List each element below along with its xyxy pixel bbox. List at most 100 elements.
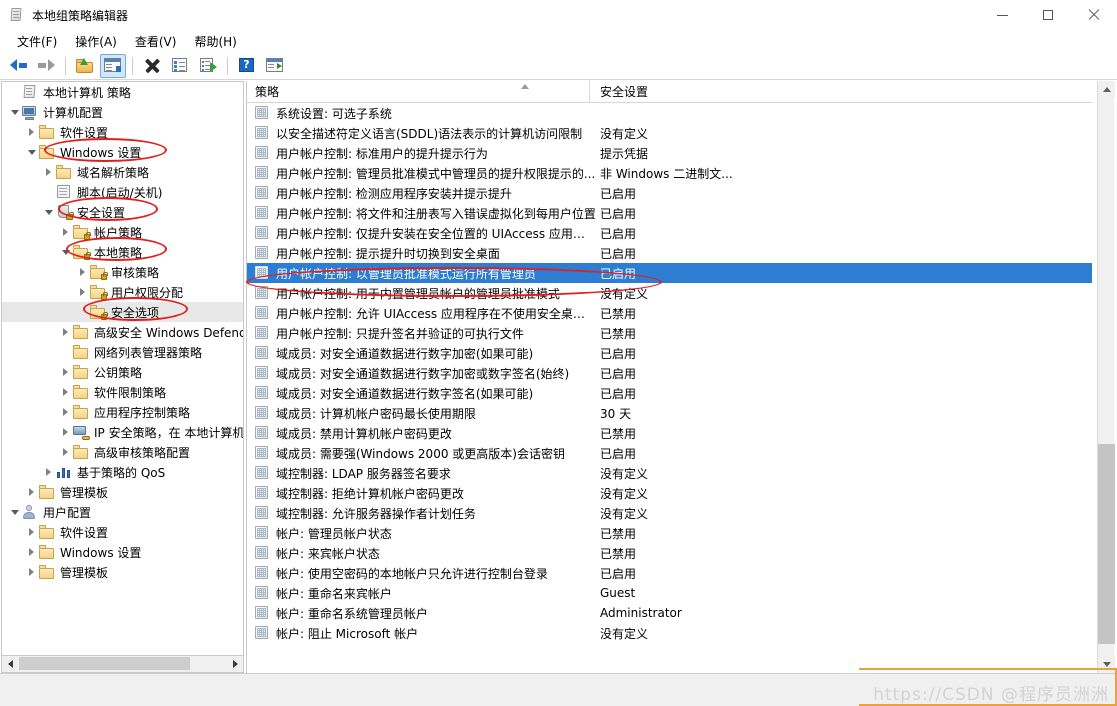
chevron-down-icon[interactable] [42,202,55,222]
scroll-up-button[interactable] [1098,81,1115,98]
table-row[interactable]: 帐户: 使用空密码的本地帐户只允许进行控制台登录 已启用 [247,563,1092,583]
tree-item-0[interactable]: 本地计算机 策略 [2,82,243,102]
toggle-action-pane-button[interactable] [262,54,288,78]
tree-item-22[interactable]: 软件设置 [2,522,243,542]
table-row[interactable]: 域成员: 对安全通道数据进行数字加密或数字签名(始终) 已启用 [247,363,1092,383]
table-row[interactable]: 帐户: 阻止 Microsoft 帐户 没有定义 [247,623,1092,643]
table-row[interactable]: 用户帐户控制: 管理员批准模式中管理员的提升权限提示的... 非 Windows … [247,163,1092,183]
table-row[interactable]: 域控制器: LDAP 服务器签名要求 没有定义 [247,463,1092,483]
tree-item-13[interactable]: 网络列表管理器策略 [2,342,243,362]
table-row[interactable]: 用户帐户控制: 用于内置管理员帐户的管理员批准模式 没有定义 [247,283,1092,303]
tree-item-11[interactable]: 安全选项 [2,302,243,322]
tree-item-12[interactable]: 高级安全 Windows Defend [2,322,243,342]
table-row[interactable]: 用户帐户控制: 以管理员批准模式运行所有管理员 已启用 [247,263,1092,283]
scroll-left-button[interactable] [2,656,18,671]
tree-item-2[interactable]: 软件设置 [2,122,243,142]
tree-hscroll-thumb[interactable] [19,657,190,670]
chevron-right-icon[interactable] [25,522,38,542]
tree-item-9[interactable]: 审核策略 [2,262,243,282]
minimize-button[interactable] [979,0,1025,30]
chevron-right-icon[interactable] [25,122,38,142]
tree-item-15[interactable]: 软件限制策略 [2,382,243,402]
tree-item-14[interactable]: 公钥策略 [2,362,243,382]
chevron-right-icon[interactable] [59,222,72,242]
table-row[interactable]: 域成员: 计算机帐户密码最长使用期限 30 天 [247,403,1092,423]
close-button[interactable] [1071,0,1117,30]
up-one-level-button[interactable] [72,54,98,78]
table-row[interactable]: 系统设置: 可选子系统 [247,103,1092,123]
scroll-right-button[interactable] [227,656,243,671]
table-row[interactable]: 域成员: 禁用计算机帐户密码更改 已禁用 [247,423,1092,443]
table-row[interactable]: 域控制器: 允许服务器操作者计划任务 没有定义 [247,503,1092,523]
delete-button[interactable] [139,54,165,78]
table-row[interactable]: 帐户: 管理员帐户状态 已禁用 [247,523,1092,543]
chevron-right-icon[interactable] [25,482,38,502]
table-row[interactable]: 域成员: 需要强(Windows 2000 或更高版本)会话密钥 已启用 [247,443,1092,463]
chevron-down-icon[interactable] [8,502,21,522]
table-row[interactable]: 域成员: 对安全通道数据进行数字签名(如果可能) 已启用 [247,383,1092,403]
chevron-down-icon[interactable] [25,142,38,162]
chevron-down-icon[interactable] [59,242,72,262]
tree-item-6[interactable]: 安全设置 [2,202,243,222]
table-row[interactable]: 用户帐户控制: 检测应用程序安装并提示提升 已启用 [247,183,1092,203]
column-header-policy[interactable]: 策略 [247,81,589,103]
tree-item-4[interactable]: 域名解析策略 [2,162,243,182]
table-row[interactable]: 用户帐户控制: 允许 UIAccess 应用程序在不使用安全桌面... 已禁用 [247,303,1092,323]
menu-file[interactable]: 文件(F) [8,31,66,52]
chevron-right-icon[interactable] [25,542,38,562]
table-row[interactable]: 用户帐户控制: 只提升签名并验证的可执行文件 已禁用 [247,323,1092,343]
chevron-right-icon[interactable] [42,162,55,182]
table-row[interactable]: 域控制器: 拒绝计算机帐户密码更改 没有定义 [247,483,1092,503]
tree-item-20[interactable]: 管理模板 [2,482,243,502]
table-row[interactable]: 域成员: 对安全通道数据进行数字加密(如果可能) 已启用 [247,343,1092,363]
menu-view[interactable]: 查看(V) [126,31,186,52]
chevron-right-icon[interactable] [76,262,89,282]
tree-item-19[interactable]: 基于策略的 QoS [2,462,243,482]
table-row[interactable]: 帐户: 重命名来宾帐户 Guest [247,583,1092,603]
tree-item-10[interactable]: 用户权限分配 [2,282,243,302]
toggle-console-tree-button[interactable] [100,53,126,78]
tree-item-8[interactable]: 本地策略 [2,242,243,262]
tree-item-21[interactable]: 用户配置 [2,502,243,522]
chevron-right-icon[interactable] [59,442,72,462]
chevron-right-icon[interactable] [42,462,55,482]
chevron-down-icon[interactable] [8,102,21,122]
console-tree[interactable]: 本地计算机 策略 计算机配置 软件设置 Windows 设置 域名解析策略 脚本(启动/关… [2,82,243,655]
chevron-right-icon[interactable] [59,362,72,382]
table-row[interactable]: 用户帐户控制: 提示提升时切换到安全桌面 已启用 [247,243,1092,263]
table-row[interactable]: 帐户: 来宾帐户状态 已禁用 [247,543,1092,563]
chevron-right-icon[interactable] [25,562,38,582]
table-row[interactable]: 用户帐户控制: 将文件和注册表写入错误虚拟化到每用户位置 已启用 [247,203,1092,223]
tree-item-24[interactable]: 管理模板 [2,562,243,582]
chevron-right-icon[interactable] [59,422,72,442]
menu-action[interactable]: 操作(A) [66,31,126,52]
column-header-security-setting[interactable]: 安全设置 [589,80,849,103]
tree-item-16[interactable]: 应用程序控制策略 [2,402,243,422]
tree-horizontal-scrollbar[interactable] [1,656,244,673]
back-button[interactable] [5,54,31,78]
properties-button[interactable] [167,54,193,78]
tree-item-17[interactable]: IP 安全策略，在 本地计算机 [2,422,243,442]
policy-list[interactable]: 系统设置: 可选子系统 以安全描述符定义语言(SDDL)语法表示的计算机访问限制没… [247,103,1092,673]
chevron-right-icon[interactable] [76,282,89,302]
export-list-button[interactable] [195,54,221,78]
list-vscroll-thumb[interactable] [1098,444,1115,644]
tree-item-23[interactable]: Windows 设置 [2,542,243,562]
chevron-right-icon[interactable] [59,322,72,342]
forward-button[interactable] [33,54,59,78]
tree-item-5[interactable]: 脚本(启动/关机) [2,182,243,202]
scroll-down-button[interactable] [1098,656,1115,673]
table-row[interactable]: 以安全描述符定义语言(SDDL)语法表示的计算机访问限制 没有定义 [247,123,1092,143]
chevron-right-icon[interactable] [59,382,72,402]
help-button[interactable]: ? [234,54,260,78]
maximize-button[interactable] [1025,0,1071,30]
table-row[interactable]: 用户帐户控制: 标准用户的提升提示行为 提示凭据 [247,143,1092,163]
tree-item-1[interactable]: 计算机配置 [2,102,243,122]
tree-item-18[interactable]: 高级审核策略配置 [2,442,243,462]
menu-help[interactable]: 帮助(H) [185,31,245,52]
tree-item-7[interactable]: 帐户策略 [2,222,243,242]
chevron-right-icon[interactable] [59,402,72,422]
tree-item-3[interactable]: Windows 设置 [2,142,243,162]
table-row[interactable]: 帐户: 重命名系统管理员帐户 Administrator [247,603,1092,623]
list-vertical-scrollbar[interactable] [1097,81,1115,673]
